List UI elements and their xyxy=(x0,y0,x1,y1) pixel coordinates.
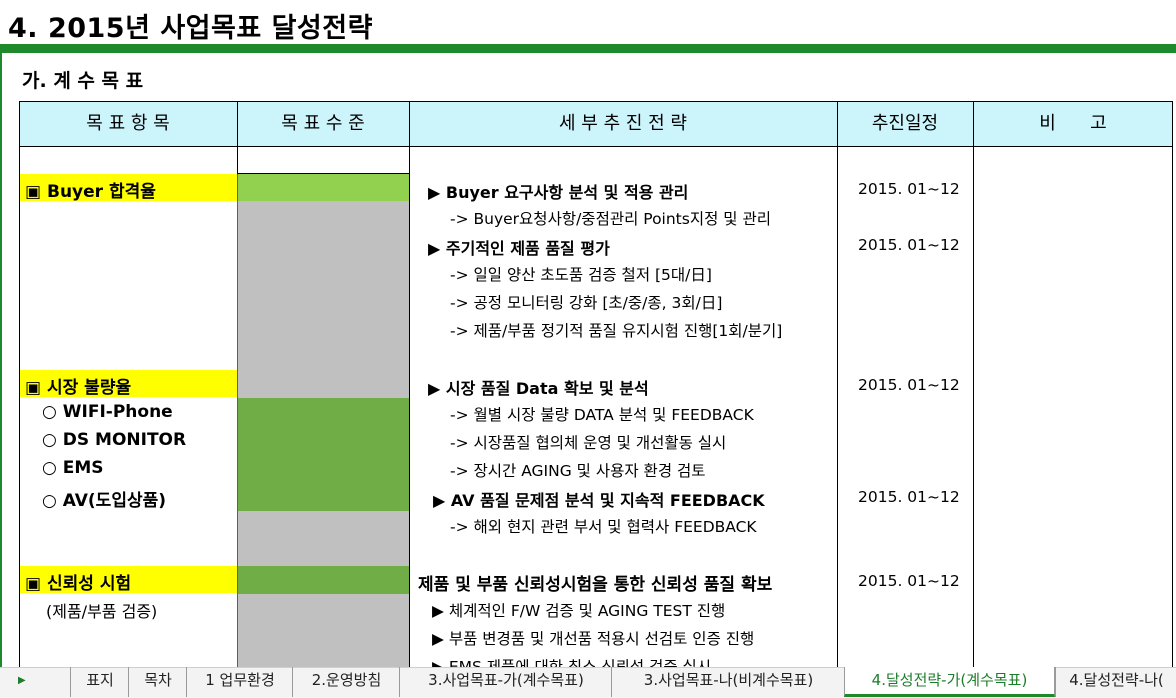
market-item[interactable]: ○ WIFI-Phone xyxy=(42,402,173,422)
strategy-detail[interactable]: -> 공정 모니터링 강화 [초/중/종, 3회/日] xyxy=(450,291,722,313)
sheet-tab[interactable]: 3.사업목표-가(계수목표) xyxy=(399,667,612,697)
level-cell-gray[interactable] xyxy=(238,511,409,566)
title-underline xyxy=(0,44,1176,53)
level-cell-reliability[interactable] xyxy=(238,566,409,594)
header-note[interactable]: 비 고 xyxy=(973,101,1173,146)
strategy-item[interactable]: ▶ AV 품질 문제점 분석 및 지속적 FEEDBACK xyxy=(433,487,765,511)
header-level[interactable]: 목 표 수 준 xyxy=(237,101,409,146)
target-market: ▣ 시장 불량율 xyxy=(25,378,132,398)
table-line xyxy=(19,101,1173,102)
strategy-detail[interactable]: -> 장시간 AGING 및 사용자 환경 검토 xyxy=(450,459,706,481)
strategy-detail[interactable]: -> 시장품질 협의체 운영 및 개선활동 실시 xyxy=(450,431,726,453)
sheet-tab[interactable]: 표지 xyxy=(70,667,129,697)
strategy-item[interactable]: 제품 및 부품 신뢰성시험을 통한 신뢰성 품질 확보 xyxy=(418,570,772,595)
schedule-cell[interactable]: 2015. 01~12 xyxy=(858,236,960,254)
header-strategy[interactable]: 세 부 추 진 전 략 xyxy=(409,101,837,146)
table-line xyxy=(237,173,409,174)
table-line xyxy=(237,101,238,174)
reliability-note[interactable]: (제품/부품 검증) xyxy=(46,598,157,622)
sheet-tab[interactable]: 2.운영방침 xyxy=(292,667,400,697)
table-line xyxy=(973,101,974,667)
table-line xyxy=(19,146,1173,147)
target-buyer: ▣ Buyer 합격율 xyxy=(25,182,156,202)
strategy-detail[interactable]: ▶ 체계적인 F/W 검증 및 AGING TEST 진행 xyxy=(432,599,725,621)
schedule-cell[interactable]: 2015. 01~12 xyxy=(858,572,960,590)
table-line xyxy=(1172,101,1173,667)
schedule-cell[interactable]: 2015. 01~12 xyxy=(858,488,960,506)
level-column-border xyxy=(237,174,238,667)
level-cell-buyer[interactable] xyxy=(238,174,409,201)
market-item[interactable]: ○ EMS xyxy=(42,458,104,478)
section-subtitle: 가. 계 수 목 표 xyxy=(22,70,144,92)
strategy-item[interactable]: ▶ Buyer 요구사항 분석 및 적용 관리 xyxy=(428,179,688,203)
sheet-tab[interactable]: 3.사업목표-나(비계수목표) xyxy=(611,667,845,697)
sheet-tab-active[interactable]: 4.달성전략-가(계수목표) xyxy=(844,667,1055,697)
strategy-detail[interactable]: -> 제품/부품 정기적 품질 유지시험 진행[1회/분기] xyxy=(450,319,782,341)
table-line xyxy=(409,101,410,667)
table-line xyxy=(837,101,838,667)
strategy-detail[interactable]: -> 해외 현지 관련 부서 및 협력사 FEEDBACK xyxy=(450,515,757,537)
level-cell-market[interactable] xyxy=(238,398,409,511)
level-cell-gray[interactable] xyxy=(238,201,409,398)
schedule-cell[interactable]: 2015. 01~12 xyxy=(858,180,960,198)
level-cell-gray[interactable] xyxy=(238,594,409,667)
play-triangle-icon[interactable]: ▶ xyxy=(18,667,26,697)
strategy-detail[interactable]: -> 일일 양산 초도품 검증 철저 [5대/日] xyxy=(450,263,712,285)
page-title: 4. 2015년 사업목표 달성전략 xyxy=(8,13,373,44)
strategy-item[interactable]: ▶ 시장 품질 Data 확보 및 분석 xyxy=(428,375,649,399)
sheet-tab[interactable]: 1 업무환경 xyxy=(186,667,293,697)
market-item[interactable]: ○ AV(도입상품) xyxy=(42,486,166,511)
strategy-detail[interactable]: ▶ 부품 변경품 및 개선품 적용시 선검토 인증 진행 xyxy=(432,627,754,649)
market-item[interactable]: ○ DS MONITOR xyxy=(42,430,186,450)
schedule-cell[interactable]: 2015. 01~12 xyxy=(858,376,960,394)
sheet-left-border xyxy=(0,53,2,667)
strategy-item[interactable]: ▶ 주기적인 제품 품질 평가 xyxy=(428,235,610,259)
header-item[interactable]: 목 표 항 목 xyxy=(19,101,237,146)
sheet-tab[interactable]: 4.달성전략-나( xyxy=(1055,667,1176,697)
sheet-tab[interactable]: 목차 xyxy=(128,667,187,697)
header-schedule[interactable]: 추진일정 xyxy=(837,101,973,146)
strategy-detail[interactable]: -> 월별 시장 불량 DATA 분석 및 FEEDBACK xyxy=(450,403,754,425)
target-reliability: ▣ 신뢰성 시험 xyxy=(25,574,132,594)
strategy-detail[interactable]: -> Buyer요청사항/중점관리 Points지정 및 관리 xyxy=(450,207,771,229)
